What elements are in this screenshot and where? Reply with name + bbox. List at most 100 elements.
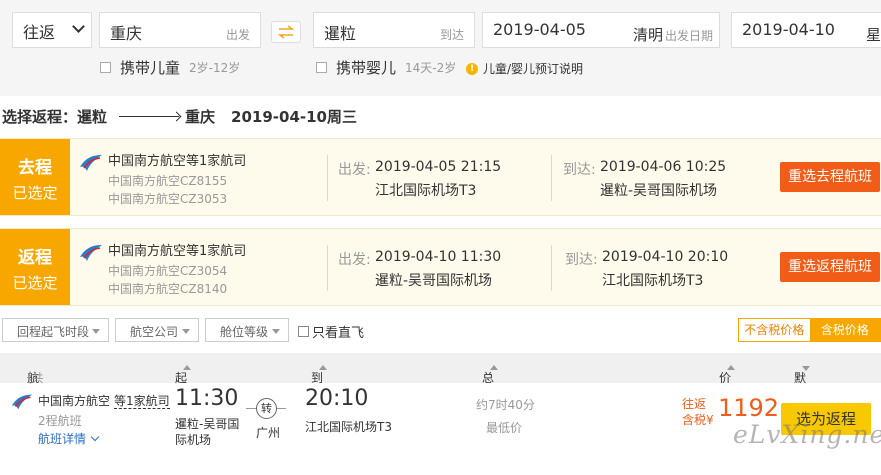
return-flight-2: 中国南方航空CZ8140 bbox=[108, 282, 228, 296]
price-label-tax: 含税¥ bbox=[682, 413, 714, 427]
direct-only-label: 只看直飞 bbox=[312, 326, 365, 341]
outbound-depart-time: 2019-04-05 21:15 bbox=[375, 159, 502, 175]
header-depart[interactable]: 起飞时间 bbox=[175, 361, 191, 436]
holiday-label: 清明 bbox=[632, 26, 663, 44]
return-tag-sub: 已选定 bbox=[12, 274, 58, 292]
to-city-value: 暹粒 bbox=[324, 24, 357, 43]
swap-icon bbox=[278, 25, 294, 39]
header-arrive[interactable]: 到达时间 bbox=[311, 361, 327, 436]
return-airline: 中国南方航空等1家航司 bbox=[108, 244, 247, 259]
to-city-field[interactable]: 暹粒 到达 bbox=[313, 12, 475, 48]
depart-time-filter[interactable]: 回程起飞时段 bbox=[2, 318, 109, 342]
flight-airline: 中国南方航空 等1家航司 bbox=[38, 392, 170, 409]
price-toggle: 不含税价格 含税价格 bbox=[738, 318, 881, 342]
outbound-arrive-airport: 暹粒-吴哥国际机场 bbox=[600, 183, 718, 199]
return-title-prefix: 选择返程：暹粒 bbox=[2, 107, 108, 126]
return-depart-time: 2019-04-10 11:30 bbox=[375, 249, 502, 265]
return-title-date: 2019-04-10周三 bbox=[231, 107, 357, 126]
flight-arrive-time: 20:10 bbox=[305, 386, 369, 411]
selected-outbound-flight: 去程 已选定 中国南方航空等1家航司 中国南方航空CZ8155 中国南方航空CZ… bbox=[0, 138, 881, 216]
booking-note-link[interactable]: ! 儿童/婴儿预订说明 bbox=[466, 60, 583, 77]
airline-filter-label: 航空公司 bbox=[130, 325, 179, 339]
swap-cities-button[interactable] bbox=[271, 21, 301, 43]
price-excl-tax-tab[interactable]: 不含税价格 bbox=[739, 319, 810, 341]
china-southern-logo-icon bbox=[80, 245, 102, 261]
return-date-field[interactable]: 2019-04-10 星 bbox=[731, 12, 881, 48]
to-city-hint: 到达 bbox=[439, 28, 464, 42]
reselect-outbound-button[interactable]: 重选去程航班 bbox=[780, 162, 880, 192]
outbound-depart-label: 出发: bbox=[338, 162, 371, 178]
header-price[interactable]: 价格 bbox=[719, 361, 735, 402]
depart-time-filter-label: 回程起飞时段 bbox=[17, 325, 90, 339]
flight-airline-more[interactable]: 等1家航司 bbox=[114, 394, 170, 409]
booking-note-text: 儿童/婴儿预订说明 bbox=[483, 62, 584, 76]
return-arrive-time: 2019-04-10 20:10 bbox=[602, 249, 729, 265]
transit-city: 广州 bbox=[256, 426, 281, 440]
return-arrive-airport: 江北国际机场T3 bbox=[602, 273, 704, 289]
caret-down-icon bbox=[182, 329, 190, 334]
header-sort[interactable]: 默认排序 bbox=[794, 361, 810, 436]
infant-age-range: 14天-2岁 bbox=[405, 61, 457, 75]
outbound-arrive-label: 到达: bbox=[563, 162, 596, 178]
infant-checkbox[interactable] bbox=[316, 62, 327, 73]
child-checkbox[interactable] bbox=[100, 62, 111, 73]
outbound-arrive-time: 2019-04-06 10:25 bbox=[600, 159, 727, 175]
flight-detail-link[interactable]: 航班详情 bbox=[38, 430, 100, 447]
divider bbox=[551, 155, 552, 201]
lowest-price-tag: 最低价 bbox=[486, 421, 523, 435]
return-tag: 返程 已选定 bbox=[0, 229, 70, 305]
china-southern-logo-icon bbox=[11, 394, 33, 410]
header-duration[interactable]: 总耗时 bbox=[482, 361, 498, 419]
return-depart-label: 出发: bbox=[338, 252, 371, 268]
outbound-tag-sub: 已选定 bbox=[12, 184, 58, 202]
price-label: 往返 含税¥ bbox=[682, 396, 714, 428]
return-arrive-label: 到达: bbox=[565, 252, 598, 268]
direct-only-option[interactable]: 只看直飞 bbox=[298, 322, 364, 341]
from-city-field[interactable]: 重庆 出发 bbox=[99, 12, 261, 48]
reselect-return-button[interactable]: 重选返程航班 bbox=[780, 252, 880, 282]
outbound-flight-2: 中国南方航空CZ3053 bbox=[108, 192, 228, 206]
divider bbox=[327, 155, 328, 201]
china-southern-logo-icon bbox=[80, 155, 102, 171]
return-flight-1: 中国南方航空CZ3054 bbox=[108, 264, 228, 278]
arrow-right-icon bbox=[119, 115, 180, 117]
return-title-to: 重庆 bbox=[185, 107, 216, 126]
outbound-tag-title: 去程 bbox=[18, 158, 52, 178]
depart-date-value: 2019-04-05 bbox=[493, 20, 586, 39]
direct-only-checkbox[interactable] bbox=[298, 326, 309, 337]
trip-type-select[interactable]: 往返 bbox=[12, 12, 92, 48]
flight-legs: 2程航班 bbox=[38, 414, 82, 428]
outbound-depart-airport: 江北国际机场T3 bbox=[375, 183, 477, 199]
flight-detail-label: 航班详情 bbox=[38, 432, 87, 446]
return-title: 选择返程：暹粒 重庆 2019-04-10周三 bbox=[2, 104, 357, 128]
depart-date-field[interactable]: 2019-04-05 清明 出发日期 bbox=[482, 12, 720, 48]
child-option-label: 携带儿童 bbox=[120, 59, 181, 77]
divider bbox=[551, 245, 552, 291]
info-icon: ! bbox=[466, 62, 478, 75]
flight-list-header: 航班信息(共15条航班) 起飞时间 到达时间 总耗时 价格 默认排序 bbox=[0, 353, 881, 450]
chevron-down-icon bbox=[72, 20, 85, 33]
cabin-filter[interactable]: 舱位等级 bbox=[205, 318, 289, 342]
flight-depart-time: 11:30 bbox=[175, 386, 239, 411]
flight-price: 1192 bbox=[718, 394, 780, 422]
outbound-tag: 去程 已选定 bbox=[0, 139, 70, 215]
infant-option-label: 携带婴儿 bbox=[336, 59, 397, 77]
airline-filter[interactable]: 航空公司 bbox=[115, 318, 199, 342]
return-depart-airport: 暹粒-吴哥国际机场 bbox=[375, 273, 493, 289]
trip-type-value: 往返 bbox=[23, 23, 56, 42]
watermark: eLvXing.net bbox=[733, 420, 881, 449]
flight-duration: 约7时40分 bbox=[476, 398, 535, 412]
flight-arrive-airport: 江北国际机场T3 bbox=[305, 420, 392, 434]
infant-option[interactable]: 携带婴儿 14天-2岁 bbox=[316, 57, 456, 78]
from-city-value: 重庆 bbox=[110, 24, 143, 43]
price-incl-tax-tab[interactable]: 含税价格 bbox=[809, 319, 880, 341]
flight-depart-airport: 暹粒-吴哥国际机场 bbox=[175, 417, 240, 447]
outbound-airline: 中国南方航空等1家航司 bbox=[108, 154, 247, 169]
cabin-filter-label: 舱位等级 bbox=[220, 325, 269, 339]
child-age-range: 2岁-12岁 bbox=[189, 61, 241, 75]
caret-down-icon bbox=[272, 329, 280, 334]
depart-date-label: 出发日期 bbox=[664, 29, 713, 43]
child-option[interactable]: 携带儿童 2岁-12岁 bbox=[100, 57, 240, 78]
chevron-down-icon bbox=[90, 432, 100, 442]
transit-badge: 转 bbox=[256, 398, 277, 419]
